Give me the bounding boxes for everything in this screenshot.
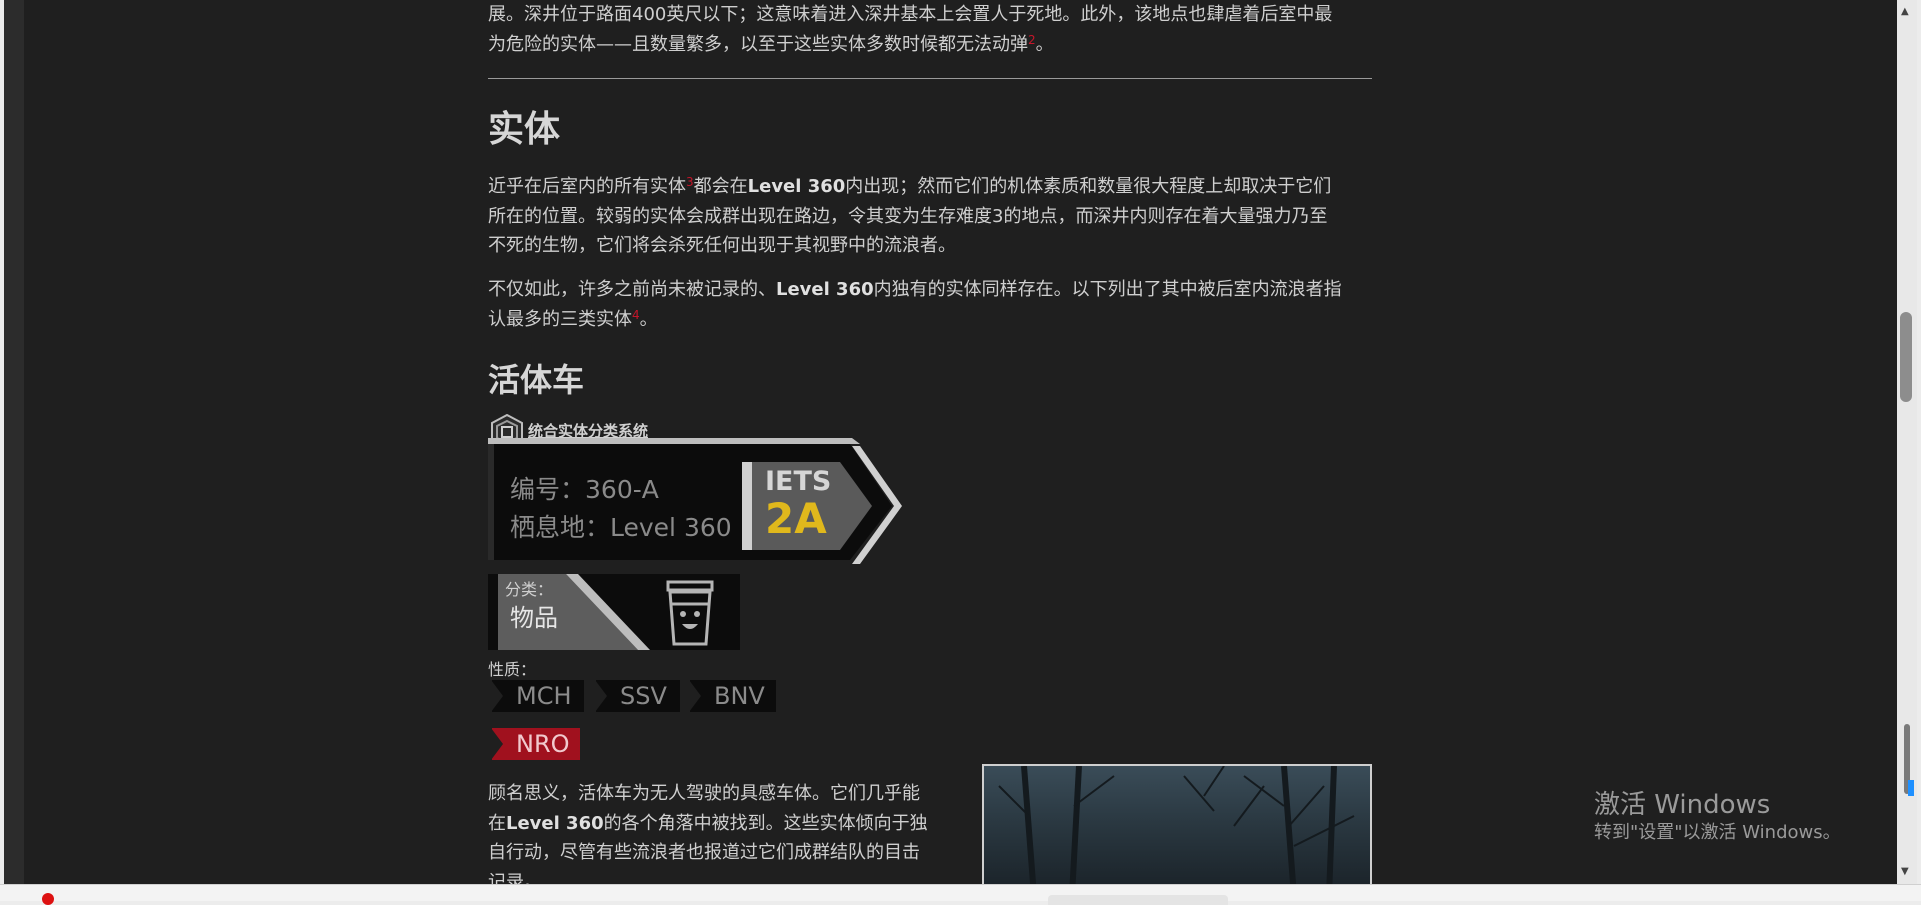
taskbar-app-icon[interactable]	[42, 893, 54, 905]
scroll-down-arrow-icon[interactable]: ▼	[1901, 866, 1909, 877]
class-label: 分类：	[505, 580, 554, 599]
footnote-link[interactable]: 4	[632, 308, 640, 322]
footnote-link[interactable]: 3	[686, 175, 694, 189]
forest-trees-graphic	[998, 766, 1355, 892]
entities-paragraph-1: 近乎在后室内的所有实体3都会在Level 360内出现；然而它们的机体素质和数量…	[488, 175, 1332, 256]
activate-windows-title: 激活 Windows	[1594, 790, 1771, 820]
class-value: 物品	[510, 604, 558, 632]
nature-tag-mch[interactable]: MCH	[491, 680, 584, 712]
nature-tag-bnv[interactable]: BNV	[689, 680, 776, 712]
scroll-position-marker	[1908, 780, 1914, 796]
taskbar-window-tab[interactable]	[1048, 895, 1228, 905]
iets-value: 2A	[765, 494, 827, 543]
scroll-up-arrow-icon[interactable]: ▲	[1901, 6, 1909, 17]
activate-windows-subtitle: 转到"设置"以激活 Windows。	[1594, 822, 1841, 843]
nature-tag-ssv[interactable]: SSV	[595, 680, 680, 712]
entity-id: 编号：360-A	[510, 475, 659, 504]
entities-paragraph-2: 不仅如此，许多之前尚未被记录的、Level 360内独有的实体同样存在。以下列出…	[488, 279, 1342, 330]
subsection-heading: 活体车	[488, 361, 585, 399]
entity-habitat: 栖息地：Level 360	[510, 513, 732, 542]
section-heading: 实体	[488, 109, 561, 150]
section-divider	[488, 78, 1372, 79]
footnote-link[interactable]: 2	[1028, 33, 1036, 47]
living-car-paragraph: 顾名思义，活体车为无人驾驶的具感车体。它们几乎能 在Level 360的各个角落…	[488, 783, 928, 893]
forest-image[interactable]	[982, 764, 1372, 894]
nature-tag-nro[interactable]: NRO	[491, 728, 580, 760]
scrollbar-thumb[interactable]	[1900, 312, 1912, 402]
intro-paragraph: 展。深井位于路面400英尺以下；这意味着进入深井基本上会置人于死地。此外，该地点…	[488, 4, 1333, 55]
nature-label: 性质：	[488, 660, 537, 679]
browser-viewport	[4, 0, 1900, 884]
iets-label: IETS	[765, 466, 832, 497]
taskbar	[0, 884, 1921, 901]
